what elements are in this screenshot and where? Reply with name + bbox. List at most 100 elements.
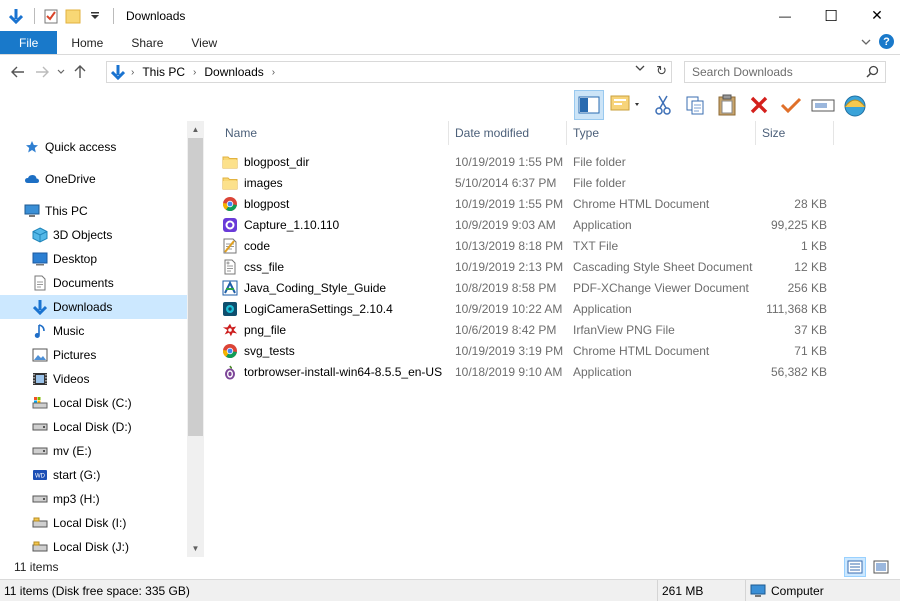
column-header-type[interactable]: Type [567,121,756,145]
file-row[interactable]: css_file 10/19/2019 2:13 PM Cascading Styl… [222,256,834,277]
shell-button[interactable] [840,90,870,120]
sidebar-item-music[interactable]: Music [0,319,187,343]
file-row[interactable]: png_file 10/6/2019 8:42 PM IrfanView PNG F… [222,319,834,340]
sidebar-item-label: start (G:) [53,468,101,482]
large-icons-view-button[interactable] [870,557,892,577]
sidebar-item-downloads[interactable]: Downloads [0,295,187,319]
breadcrumb-separator-icon[interactable]: › [272,67,275,78]
file-date: 10/8/2019 8:58 PM [455,280,557,295]
sidebar-item-desktop[interactable]: Desktop [0,247,187,271]
nav-scrollbar[interactable]: ▲ ▼ [187,121,204,557]
sidebar-item-documents[interactable]: Documents [0,271,187,295]
minimize-button[interactable]: — [762,0,808,31]
cut-icon [655,95,671,115]
cloud-icon [24,171,40,187]
download-arrow-icon[interactable] [6,6,26,26]
sidebar-item-local-disk-c[interactable]: Local Disk (C:) [0,391,187,415]
maximize-button[interactable]: ☐ [808,0,854,31]
scroll-down-icon[interactable]: ▼ [187,540,204,557]
file-size: 256 KB [787,280,827,295]
disk-info: 11 items (Disk free space: 335 GB) [0,579,658,601]
sidebar-item-mp3-h[interactable]: mp3 (H:) [0,487,187,511]
properties-button[interactable] [606,90,646,120]
sidebar-item-local-disk-d[interactable]: Local Disk (D:) [0,415,187,439]
paste-button[interactable] [712,90,742,120]
scroll-up-icon[interactable]: ▲ [187,121,204,138]
cut-button[interactable] [648,90,678,120]
new-folder-icon[interactable] [63,6,83,26]
file-row[interactable]: blogpost 10/19/2019 1:55 PM Chrome HTML Do… [222,193,834,214]
sidebar-item-label: Videos [53,372,90,386]
file-row[interactable]: blogpost_dir 10/19/2019 1:55 PM File folde… [222,151,834,172]
file-date: 10/13/2019 8:18 PM [455,238,564,253]
address-dropdown-icon[interactable] [635,64,645,75]
rename-button[interactable] [808,90,838,120]
sidebar-item-this-pc[interactable]: This PC [0,199,187,223]
sidebar-item-3d-objects[interactable]: 3D Objects [0,223,187,247]
file-date: 10/9/2019 9:03 AM [455,217,556,232]
file-type: PDF-XChange Viewer Document [573,280,749,295]
file-row[interactable]: Java_Coding_Style_Guide 10/8/2019 8:58 PM… [222,277,834,298]
breadcrumb-downloads[interactable]: Downloads [204,65,263,79]
quick-access-toolbar: Downloads [0,0,185,31]
scroll-thumb[interactable] [188,138,203,436]
help-icon[interactable]: ? [879,34,894,49]
back-button[interactable] [6,60,30,84]
file-row[interactable]: svg_tests 10/19/2019 3:19 PM Chrome HTML D… [222,340,834,361]
column-headers: Name Date modified Type Size [204,121,844,145]
breadcrumb-separator-icon[interactable]: › [193,67,196,78]
tab-file[interactable]: File [0,31,58,54]
sidebar-item-local-disk-j[interactable]: Local Disk (J:) [0,535,187,557]
file-row[interactable]: code 10/13/2019 8:18 PM TXT File 1 KB [222,235,834,256]
file-name: Java_Coding_Style_Guide [244,280,387,295]
file-name: Capture_1.10.110 [244,217,340,232]
column-header-size[interactable]: Size [756,121,834,145]
computer-icon [24,203,40,219]
expand-ribbon-icon[interactable] [861,35,871,49]
column-header-name[interactable]: Name [219,121,449,145]
file-row[interactable]: Capture_1.10.110 10/9/2019 9:03 AM Applica… [222,214,834,235]
search-icon[interactable] [866,65,879,81]
customize-dropdown-icon[interactable] [85,6,105,26]
tab-share[interactable]: Share [117,31,177,54]
refresh-icon[interactable]: ↻ [656,63,667,79]
file-name-cell: LogiCameraSettings_2.10.4 [222,298,393,319]
video-icon [32,371,48,387]
sidebar-item-pictures[interactable]: Pictures [0,343,187,367]
sidebar-item-videos[interactable]: Videos [0,367,187,391]
address-bar[interactable]: › This PC › Downloads › ↻ [106,61,672,83]
properties-check-icon[interactable] [41,6,61,26]
tab-view[interactable]: View [177,31,231,54]
delete-button[interactable] [744,90,774,120]
file-row[interactable]: torbrowser-install-win64-8.5.5_en-US 10/1… [222,361,834,382]
tab-home[interactable]: Home [57,31,117,54]
preview-pane-button[interactable] [574,90,604,120]
sidebar-item-local-disk-i[interactable]: Local Disk (I:) [0,511,187,535]
file-size: 1 KB [800,238,827,253]
breadcrumb-this-pc[interactable]: This PC [142,65,185,79]
sidebar-item-quick-access[interactable]: Quick access [0,135,187,159]
copy-button[interactable] [680,90,710,120]
forward-button[interactable] [30,60,54,84]
up-button[interactable] [68,60,92,84]
sidebar-item-mv-e[interactable]: mv (E:) [0,439,187,463]
file-size: 99,225 KB [770,217,827,232]
sidebar-item-start-g[interactable]: WD start (G:) [0,463,187,487]
file-row[interactable]: LogiCameraSettings_2.10.4 10/9/2019 10:22… [222,298,834,319]
details-view-button[interactable] [844,557,866,577]
sidebar-item-label: mv (E:) [53,444,92,458]
file-date: 5/10/2014 6:37 PM [455,175,557,190]
breadcrumb-separator-icon[interactable]: › [131,67,134,78]
check-button[interactable] [776,90,806,120]
search-input[interactable] [685,65,855,79]
large-icons-view-icon [873,560,889,574]
close-button[interactable]: ✕ [854,0,900,31]
file-type: Application [573,217,632,232]
sidebar-item-onedrive[interactable]: OneDrive [0,167,187,191]
file-size: 71 KB [794,343,827,358]
file-row[interactable]: images 5/10/2014 6:37 PM File folder [222,172,834,193]
pdf-icon [222,280,238,296]
recent-locations-button[interactable] [54,60,68,84]
file-name-cell: blogpost_dir [222,151,309,172]
column-header-date[interactable]: Date modified [449,121,567,145]
